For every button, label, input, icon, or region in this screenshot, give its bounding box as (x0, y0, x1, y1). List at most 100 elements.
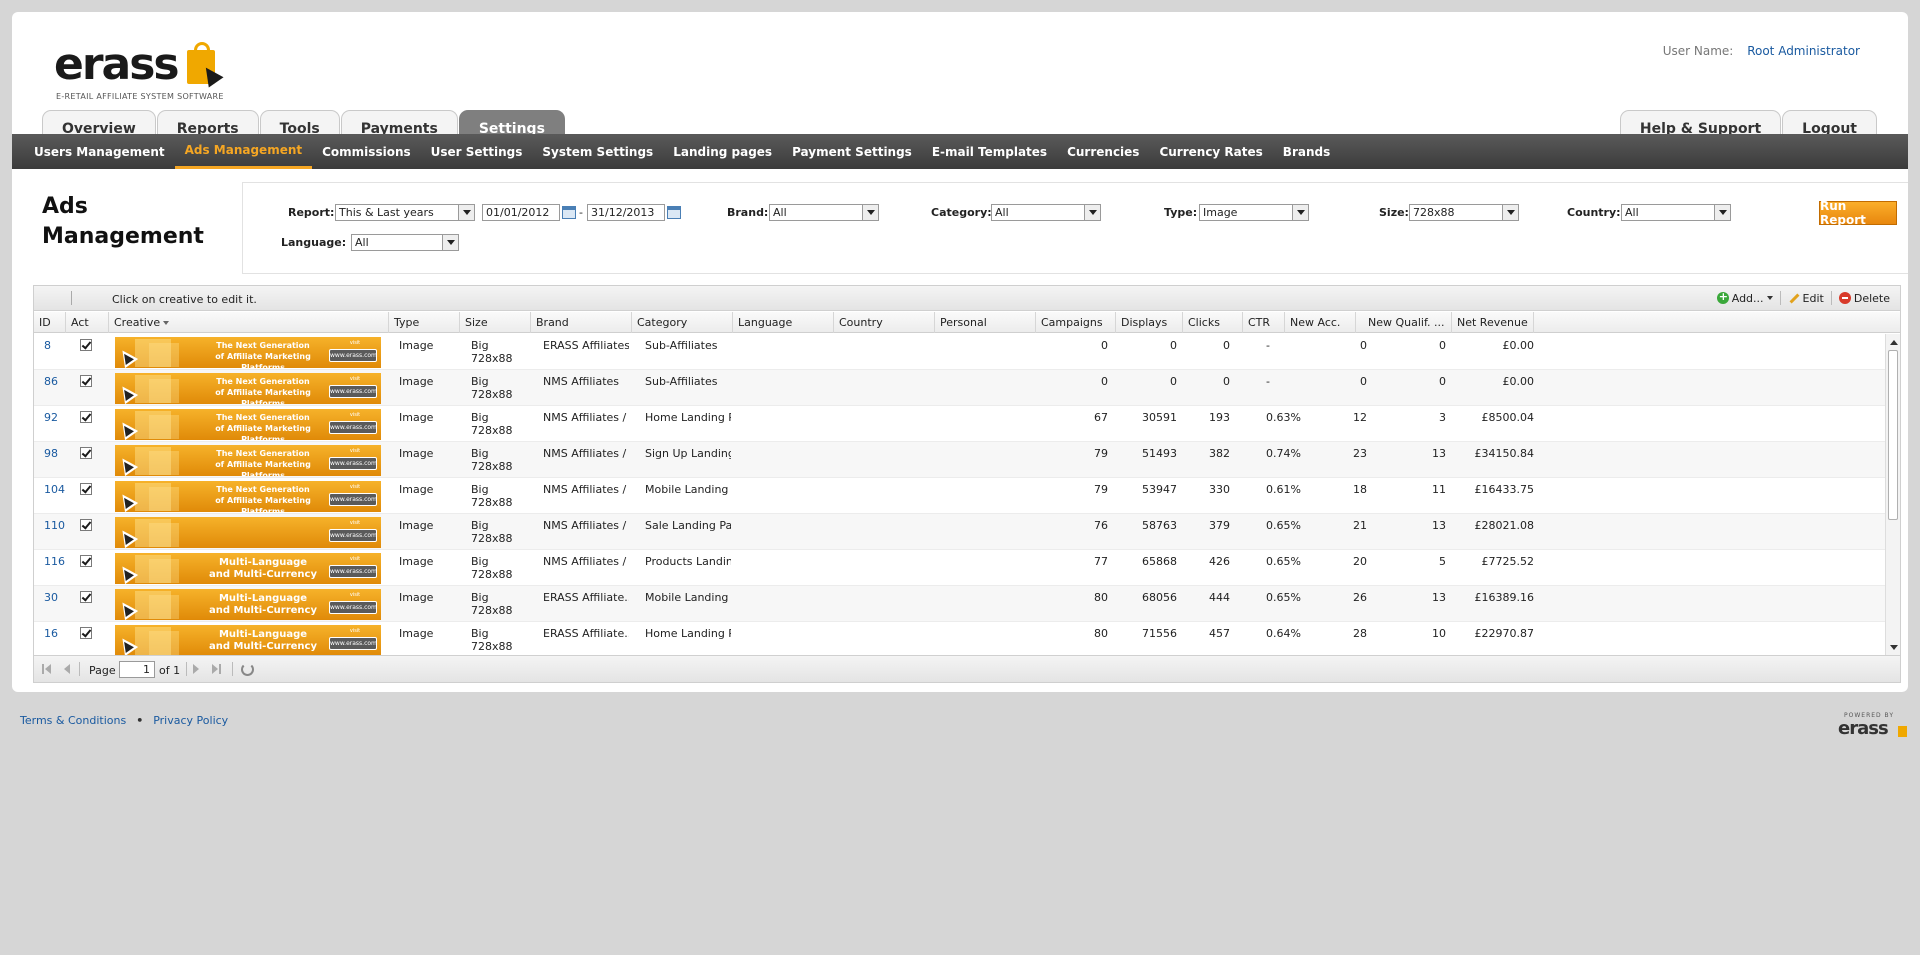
terms-link[interactable]: Terms & Conditions (20, 714, 126, 727)
col-new-qualif[interactable]: New Qualif. ... (1356, 312, 1452, 333)
campaigns-cell: 76 (1094, 519, 1108, 532)
subnav-landing-pages[interactable]: Landing pages (663, 134, 782, 169)
calendar-icon[interactable] (562, 206, 576, 219)
run-report-button[interactable]: Run Report (1819, 199, 1897, 227)
subnav-ads-management[interactable]: Ads Management (174, 134, 313, 169)
creative-banner[interactable]: Multi-Language and Multi-Currency visit www… (115, 553, 381, 584)
creative-banner[interactable]: Multi-Language and Multi-Currency visit www… (115, 625, 381, 656)
subnav-users-management[interactable]: Users Management (24, 134, 175, 169)
col-campaigns[interactable]: Campaigns (1036, 312, 1116, 333)
active-checkbox[interactable] (80, 339, 92, 351)
col-displays[interactable]: Displays (1116, 312, 1183, 333)
col-brand[interactable]: Brand (531, 312, 632, 333)
table-row[interactable]: 30 Multi-Language and Multi-Currency visit w… (34, 586, 1886, 622)
clicks-cell: 0 (1223, 339, 1230, 352)
edit-button[interactable]: Edit (1783, 292, 1829, 305)
prev-page-icon[interactable] (64, 664, 70, 674)
row-id-link[interactable]: 116 (44, 555, 65, 568)
language-select[interactable]: All (351, 234, 459, 251)
col-net-revenue[interactable]: Net Revenue (1452, 312, 1534, 333)
row-id-link[interactable]: 98 (44, 447, 58, 460)
category-select[interactable]: All (991, 204, 1101, 221)
active-checkbox[interactable] (80, 555, 92, 567)
creative-banner[interactable]: The Next Generation of Affiliate Marketin… (115, 373, 381, 404)
table-row[interactable]: 98 The Next Generation of Affiliate Market… (34, 442, 1886, 478)
subnav-email-templates[interactable]: E-mail Templates (922, 134, 1057, 169)
col-personal[interactable]: Personal (935, 312, 1036, 333)
table-row[interactable]: 8 The Next Generation of Affiliate Marketi… (34, 334, 1886, 370)
last-page-icon[interactable] (219, 664, 221, 674)
page-number-input[interactable]: 1 (119, 661, 155, 678)
table-row[interactable]: 16 Multi-Language and Multi-Currency visit w… (34, 622, 1886, 656)
scroll-down-icon[interactable] (1890, 645, 1898, 650)
creative-banner[interactable]: The Next Generation of Affiliate Marketin… (115, 481, 381, 512)
subnav-currencies[interactable]: Currencies (1057, 134, 1149, 169)
table-row[interactable]: 104 The Next Generation of Affiliate Marke… (34, 478, 1886, 514)
col-size[interactable]: Size (460, 312, 531, 333)
user-name-link[interactable]: Root Administrator (1747, 44, 1860, 58)
table-row[interactable]: 116 Multi-Language and Multi-Currency visit… (34, 550, 1886, 586)
creative-banner[interactable]: Multi-Language and Multi-Currency visit www… (115, 589, 381, 620)
first-page-icon[interactable] (42, 664, 44, 674)
subnav-system-settings[interactable]: System Settings (532, 134, 663, 169)
delete-button[interactable]: Delete (1834, 292, 1895, 305)
active-checkbox[interactable] (80, 375, 92, 387)
first-page-arrow-icon[interactable] (45, 664, 51, 674)
creative-banner[interactable]: The Next Generation of Affiliate Marketin… (115, 445, 381, 476)
scroll-thumb[interactable] (1888, 350, 1898, 520)
refresh-icon[interactable] (241, 663, 254, 676)
type-select[interactable]: Image (1199, 204, 1309, 221)
creative-banner[interactable]: The Next Generation of Affiliate Marketin… (115, 337, 381, 368)
add-button[interactable]: Add... (1712, 290, 1778, 305)
table-row[interactable]: 92 The Next Generation of Affiliate Market… (34, 406, 1886, 442)
creative-banner[interactable]: visit www.erass.com (115, 517, 381, 548)
active-checkbox[interactable] (80, 411, 92, 423)
subnav-payment-settings[interactable]: Payment Settings (782, 134, 922, 169)
report-select[interactable]: This & Last years (335, 204, 475, 221)
row-id-link[interactable]: 86 (44, 375, 58, 388)
date-to-input[interactable]: 31/12/2013 (587, 204, 665, 221)
active-checkbox[interactable] (80, 627, 92, 639)
row-id-link[interactable]: 110 (44, 519, 65, 532)
col-id[interactable]: ID (34, 312, 66, 333)
date-from-input[interactable]: 01/01/2012 (482, 204, 560, 221)
row-id-link[interactable]: 30 (44, 591, 58, 604)
table-row[interactable]: 110 visit www.erass.com Image Big 728x88 NMS A… (34, 514, 1886, 550)
subnav-currency-rates[interactable]: Currency Rates (1149, 134, 1272, 169)
col-new-acc[interactable]: New Acc. (1285, 312, 1356, 333)
col-clicks[interactable]: Clicks (1183, 312, 1243, 333)
row-id-link[interactable]: 104 (44, 483, 65, 496)
active-checkbox[interactable] (80, 483, 92, 495)
last-page-arrow-icon[interactable] (212, 664, 218, 674)
brand-select[interactable]: All (769, 204, 879, 221)
col-category[interactable]: Category (632, 312, 733, 333)
row-id-link[interactable]: 16 (44, 627, 58, 640)
col-ctr[interactable]: CTR (1243, 312, 1285, 333)
col-creative[interactable]: Creative (109, 312, 389, 333)
subnav-commissions[interactable]: Commissions (312, 134, 421, 169)
next-page-icon[interactable] (193, 664, 199, 674)
col-type[interactable]: Type (389, 312, 460, 333)
col-country[interactable]: Country (834, 312, 935, 333)
row-id-link[interactable]: 92 (44, 411, 58, 424)
subnav-user-settings[interactable]: User Settings (421, 134, 533, 169)
col-act[interactable]: Act (66, 312, 109, 333)
type-cell: Image (399, 483, 434, 496)
vertical-scrollbar[interactable] (1885, 334, 1900, 656)
size-select-value: 728x88 (1413, 206, 1455, 219)
size-select[interactable]: 728x88 (1409, 204, 1519, 221)
privacy-link[interactable]: Privacy Policy (153, 714, 228, 727)
table-row[interactable]: 86 The Next Generation of Affiliate Market… (34, 370, 1886, 406)
active-checkbox[interactable] (80, 591, 92, 603)
col-language[interactable]: Language (733, 312, 834, 333)
subnav-brands[interactable]: Brands (1273, 134, 1340, 169)
row-id-link[interactable]: 8 (44, 339, 51, 352)
creative-banner[interactable]: The Next Generation of Affiliate Marketin… (115, 409, 381, 440)
erass-logo[interactable]: erass E-RETAIL AFFILIATE SYSTEM SOFTWARE (42, 32, 232, 107)
active-checkbox[interactable] (80, 519, 92, 531)
country-select[interactable]: All (1621, 204, 1731, 221)
size-label: Big (471, 591, 489, 604)
active-checkbox[interactable] (80, 447, 92, 459)
calendar-icon[interactable] (667, 206, 681, 219)
scroll-up-icon[interactable] (1890, 340, 1898, 345)
